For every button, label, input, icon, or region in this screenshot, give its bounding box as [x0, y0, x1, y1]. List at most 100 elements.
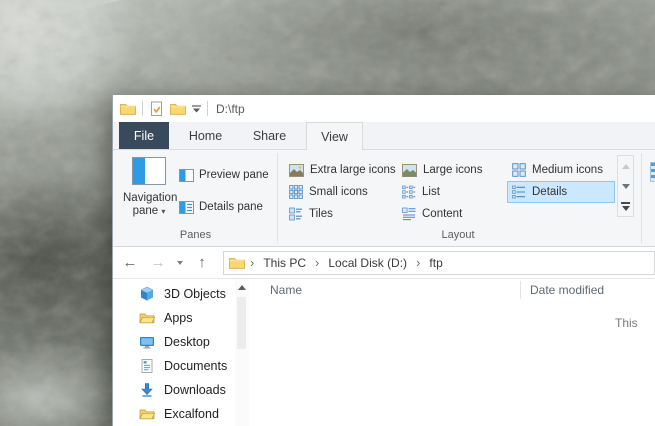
- layout-group-label: Layout: [441, 229, 475, 241]
- scrollbar-thumb[interactable]: [237, 297, 246, 349]
- file-list: Name Date modified This: [249, 279, 655, 426]
- titlebar-separator: [142, 101, 143, 116]
- list-icon: [402, 185, 416, 199]
- tiles-icon: [289, 207, 302, 221]
- empty-folder-message: This: [615, 316, 638, 330]
- layout-list-button[interactable]: List: [397, 181, 445, 203]
- tab-view[interactable]: View: [306, 122, 363, 150]
- navigation-pane: 3D Objects Apps Desktop Documents Downlo…: [113, 279, 235, 426]
- window-title: D:\ftp: [216, 101, 245, 116]
- sidebar-item-3d-objects[interactable]: 3D Objects: [113, 282, 235, 306]
- scrollbar-up-icon[interactable]: [238, 285, 246, 290]
- layout-scroll-up-button[interactable]: [618, 156, 633, 176]
- content-area: 3D Objects Apps Desktop Documents Downlo…: [113, 279, 655, 426]
- screenshot-stage: D:\ftp File Home Share View Navigation p…: [0, 0, 655, 426]
- downloads-icon: [141, 383, 153, 397]
- layout-small-icons-button[interactable]: Small icons: [284, 181, 373, 203]
- qat-customize-dropdown-icon[interactable]: [192, 104, 201, 113]
- navigation-pane-button[interactable]: Navigation pane ▾: [123, 157, 178, 218]
- ribbon-tab-row: File Home Share View: [113, 122, 655, 150]
- address-bar: ← → ↑ › This PC › Local Disk (D:) › ftp: [113, 247, 655, 279]
- back-button[interactable]: ←: [121, 254, 139, 271]
- small-icons-label: Small icons: [309, 186, 368, 198]
- navigation-pane-dropdown-icon: ▾: [161, 207, 166, 216]
- sidebar-item-label: Desktop: [164, 335, 210, 349]
- layout-medium-icons-button[interactable]: Medium icons: [507, 159, 615, 181]
- panes-group-label: Panes: [179, 229, 212, 241]
- large-icons-icon: [402, 163, 417, 177]
- qat-properties-icon[interactable]: [149, 101, 164, 117]
- sidebar-item-label: Documents: [164, 359, 228, 373]
- up-button[interactable]: ↑: [193, 254, 211, 271]
- window-folder-icon: [120, 104, 136, 115]
- next-group-partial-icon: [650, 162, 655, 182]
- list-label: List: [422, 186, 440, 198]
- forward-button[interactable]: →: [149, 254, 167, 271]
- navigation-pane-label-1: Navigation: [123, 192, 178, 204]
- file-explorer-window: D:\ftp File Home Share View Navigation p…: [112, 95, 655, 426]
- sidebar-item-label: Excalfond: [164, 407, 219, 421]
- preview-pane-icon: [179, 168, 194, 182]
- sidebar-item-label: 3D Objects: [164, 287, 226, 301]
- breadcrumb-separator-icon[interactable]: ›: [413, 255, 423, 270]
- navigation-pane-label-2: pane: [132, 205, 159, 217]
- column-header-name[interactable]: Name: [249, 283, 520, 297]
- details-view-icon: [512, 185, 525, 199]
- layout-content-button[interactable]: Content: [397, 203, 467, 225]
- details-view-label: Details: [532, 186, 568, 198]
- breadcrumb-separator-icon[interactable]: ›: [312, 255, 322, 270]
- navigation-pane-icon: [132, 157, 166, 185]
- tab-share[interactable]: Share: [242, 122, 297, 149]
- desktop-icon: [140, 337, 154, 349]
- layout-tiles-button[interactable]: Tiles: [284, 203, 338, 225]
- preview-pane-label: Preview pane: [199, 169, 269, 181]
- details-pane-label: Details pane: [199, 201, 263, 213]
- extra-large-icons-label: Extra large icons: [310, 164, 396, 176]
- ribbon-view: Navigation pane ▾ Preview pane Details p…: [113, 150, 655, 247]
- sidebar-item-documents[interactable]: Documents: [113, 354, 235, 378]
- titlebar-separator: [207, 101, 208, 116]
- details-pane-button[interactable]: Details pane: [179, 197, 263, 217]
- layout-large-icons-button[interactable]: Large icons: [397, 159, 487, 181]
- medium-icons-label: Medium icons: [532, 164, 603, 176]
- column-headers: Name Date modified: [249, 279, 655, 301]
- details-pane-icon: [179, 200, 194, 214]
- large-icons-label: Large icons: [423, 164, 483, 176]
- layout-details-button[interactable]: Details: [507, 181, 615, 203]
- breadcrumb-separator-icon[interactable]: ›: [247, 255, 257, 270]
- sidebar-item-downloads[interactable]: Downloads: [113, 378, 235, 402]
- documents-icon: [141, 359, 153, 373]
- sidebar-item-label: Downloads: [164, 383, 226, 397]
- layout-more-button[interactable]: [618, 196, 633, 216]
- group-separator: [277, 153, 278, 243]
- navigation-pane-scrollbar[interactable]: [235, 279, 249, 426]
- content-label: Content: [422, 208, 463, 220]
- sidebar-item-apps[interactable]: Apps: [113, 306, 235, 330]
- breadcrumb-this-pc[interactable]: This PC: [259, 256, 310, 270]
- preview-pane-button[interactable]: Preview pane: [179, 165, 269, 185]
- sidebar-item-excalfond[interactable]: Excalfond: [113, 402, 235, 426]
- layout-extra-large-icons-button[interactable]: Extra large icons: [284, 159, 401, 181]
- sidebar-item-label: Apps: [164, 311, 193, 325]
- sidebar-item-desktop[interactable]: Desktop: [113, 330, 235, 354]
- title-bar[interactable]: D:\ftp: [113, 95, 655, 122]
- breadcrumb-local-disk-d[interactable]: Local Disk (D:): [324, 256, 411, 270]
- extra-large-icons-icon: [289, 163, 304, 177]
- content-icon: [402, 207, 416, 221]
- column-header-date-modified[interactable]: Date modified: [521, 283, 604, 297]
- layout-scroll-down-button[interactable]: [618, 176, 633, 196]
- open-folder-icon: [139, 313, 155, 324]
- small-icons-icon: [289, 185, 303, 199]
- 3d-objects-icon: [140, 286, 154, 301]
- breadcrumb-folder-icon: [229, 258, 245, 269]
- recent-locations-dropdown-icon[interactable]: [177, 260, 183, 265]
- group-separator: [641, 153, 642, 243]
- qat-new-folder-icon[interactable]: [170, 102, 186, 115]
- breadcrumb-ftp[interactable]: ftp: [425, 256, 446, 270]
- address-breadcrumb-field[interactable]: › This PC › Local Disk (D:) › ftp: [223, 250, 655, 275]
- medium-icons-icon: [512, 163, 526, 177]
- tiles-label: Tiles: [309, 208, 333, 220]
- tab-home[interactable]: Home: [178, 122, 233, 149]
- tab-file[interactable]: File: [119, 122, 169, 149]
- layout-scroll-strip: [617, 155, 634, 217]
